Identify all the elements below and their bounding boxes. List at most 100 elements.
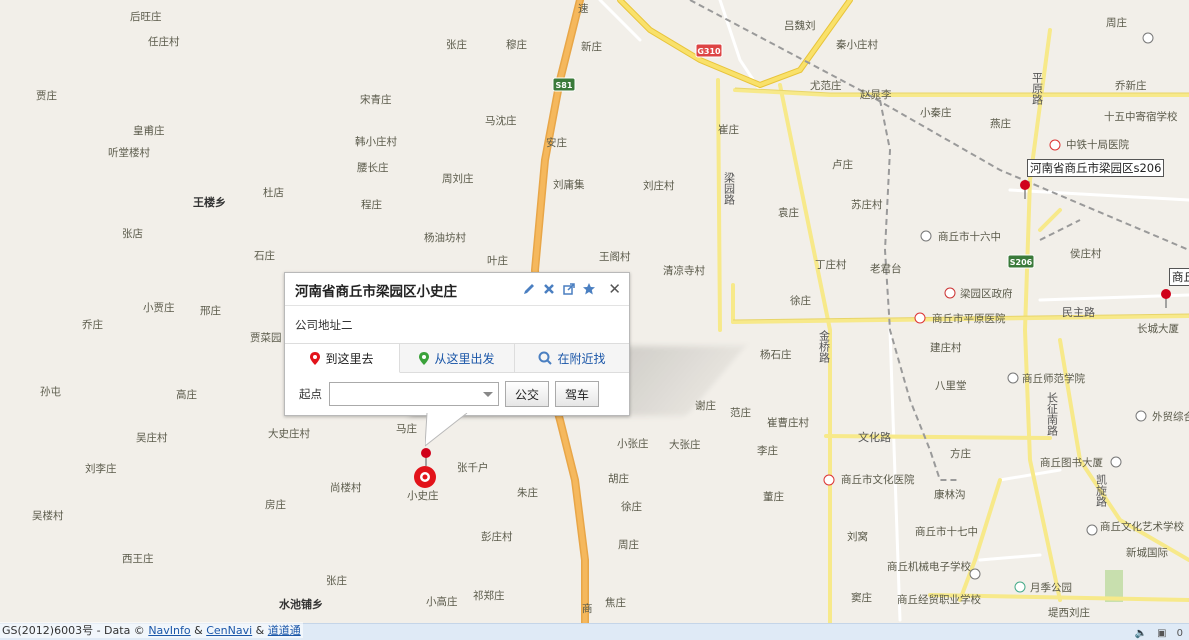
toolbox-icon[interactable]: ▣	[1157, 628, 1166, 639]
place-label: 程庄	[361, 198, 382, 211]
tab-label: 在附近找	[557, 351, 606, 366]
place-label: 马庄	[396, 422, 417, 435]
place-label: 秦小庄村	[836, 38, 878, 51]
copyright-amp: &	[255, 624, 265, 637]
place-label: 周刘庄	[442, 172, 474, 185]
popup-divider	[285, 305, 629, 306]
place-label: 商丘经贸职业学校	[897, 593, 981, 606]
place-label: 徐庄	[790, 294, 811, 307]
route-tabs: 到这里去 从这里出发 在附近找	[285, 343, 629, 373]
place-label: 听堂楼村	[108, 146, 150, 159]
close-icon[interactable]: ✕	[608, 282, 621, 297]
tab-start-here[interactable]: 从这里出发	[400, 344, 515, 372]
place-label: 西王庄	[122, 552, 154, 565]
drive-button[interactable]: 驾车	[555, 381, 600, 407]
place-label: 祁郑庄	[473, 589, 505, 602]
place-label: 燕庄	[990, 117, 1011, 130]
place-label: 月季公园	[1030, 582, 1072, 594]
tab-label: 从这里出发	[434, 351, 495, 366]
start-input[interactable]	[329, 382, 499, 406]
copyright-amp: &	[194, 624, 203, 637]
place-label: 大张庄	[669, 438, 701, 451]
tab-label: 到这里去	[325, 351, 374, 366]
place-label: 周庄	[618, 538, 639, 551]
status-icons: 🔈 ▣ 0	[1135, 628, 1183, 639]
green-pin-icon	[419, 351, 430, 365]
place-label: 董庄	[763, 490, 784, 503]
place-label: 吴楼村	[32, 509, 64, 522]
s206-shield: S206	[1007, 254, 1035, 269]
place-label: 刘庸集	[553, 178, 585, 191]
place-label: 周庄	[1106, 16, 1127, 29]
tab-search-nearby[interactable]: 在附近找	[515, 344, 629, 372]
svg-text:S81: S81	[556, 81, 573, 90]
place-label: 王阁村	[599, 250, 631, 263]
place-label: 方庄	[950, 447, 971, 460]
place-label: 堤西刘庄	[1048, 606, 1090, 619]
edit-icon[interactable]	[522, 282, 536, 296]
selected-location-icon[interactable]	[414, 466, 436, 488]
road-label: 民主路	[1062, 306, 1095, 319]
star-icon[interactable]	[582, 282, 596, 296]
place-label: 范庄	[730, 406, 751, 419]
marker-label-s206[interactable]: 河南省商丘市梁园区s206	[1027, 159, 1165, 177]
s81-shield: S81	[552, 77, 576, 92]
expressway-label: 速	[578, 3, 589, 15]
speaker-icon[interactable]: 🔈	[1135, 628, 1147, 639]
place-label: 卢庄	[832, 158, 853, 171]
place-label: 杜店	[263, 186, 284, 199]
place-label: 李庄	[757, 444, 778, 457]
tab-go-here[interactable]: 到这里去	[285, 344, 400, 373]
place-label: 朱庄	[517, 486, 538, 499]
place-label: 中铁十局医院	[1066, 138, 1129, 151]
place-label: 乔庄	[82, 318, 103, 331]
start-field[interactable]	[330, 384, 488, 405]
road-label: 平原路	[1031, 72, 1044, 106]
road-label: 金桥路	[818, 329, 831, 364]
place-label: 邢庄	[200, 304, 221, 317]
place-label: 商丘图书大厦	[1040, 456, 1103, 469]
school-icon	[1086, 524, 1098, 536]
bottom-road-label: 商	[582, 602, 593, 615]
place-label: 新城国际	[1126, 546, 1168, 559]
place-label: 刘庄村	[643, 179, 675, 192]
marker-label-right[interactable]: 商丘	[1169, 268, 1189, 286]
place-label: 崔曹庄村	[767, 416, 809, 429]
place-label: 尚楼村	[330, 481, 362, 494]
popup-title: 河南省商丘市梁园区小史庄	[295, 284, 457, 300]
place-label: 韩小庄村	[355, 135, 397, 148]
bus-button[interactable]: 公交	[505, 381, 550, 407]
road-label: 长征南路	[1046, 392, 1059, 437]
place-label: 外贸综合	[1152, 410, 1189, 423]
popup-pointer	[425, 413, 468, 447]
road-label: 文化路	[858, 430, 891, 444]
share-icon[interactable]	[562, 282, 576, 296]
building-icon	[1135, 410, 1147, 422]
chevron-down-icon[interactable]	[483, 392, 493, 397]
place-label: 宋青庄	[360, 93, 392, 106]
place-label: 崔庄	[718, 123, 739, 136]
place-label: 丁庄村	[815, 258, 847, 271]
place-label: 彭庄村	[481, 530, 513, 543]
red-pin-icon	[310, 351, 321, 365]
place-label: 水池铺乡	[279, 597, 323, 611]
place-label: 穆庄	[506, 38, 527, 51]
place-label: 吕魏刘	[784, 19, 816, 32]
place-label: 小张庄	[617, 437, 649, 450]
place-label: 袁庄	[778, 206, 799, 219]
place-label: 商丘市十七中	[915, 525, 978, 538]
place-label: 腰长庄	[357, 161, 389, 174]
g310-shield: G310	[695, 43, 723, 58]
daodaotong-link[interactable]: 道道通	[268, 624, 301, 637]
delete-icon[interactable]	[542, 282, 556, 296]
place-label: 吴庄村	[136, 431, 168, 444]
place-label: 贾庄	[36, 89, 57, 102]
place-label: 小高庄	[426, 595, 458, 608]
place-label: 商丘市十六中	[938, 230, 1001, 243]
cennavi-link[interactable]: CenNavi	[206, 624, 252, 637]
copyright-text: GS(2012)6003号 - Data ©	[2, 624, 145, 637]
place-label: 小贾庄	[143, 301, 175, 314]
navinfo-link[interactable]: NavInfo	[148, 624, 190, 637]
start-row: 起点 公交 驾车	[299, 381, 600, 407]
place-label: 商丘文化艺术学校	[1100, 520, 1184, 533]
